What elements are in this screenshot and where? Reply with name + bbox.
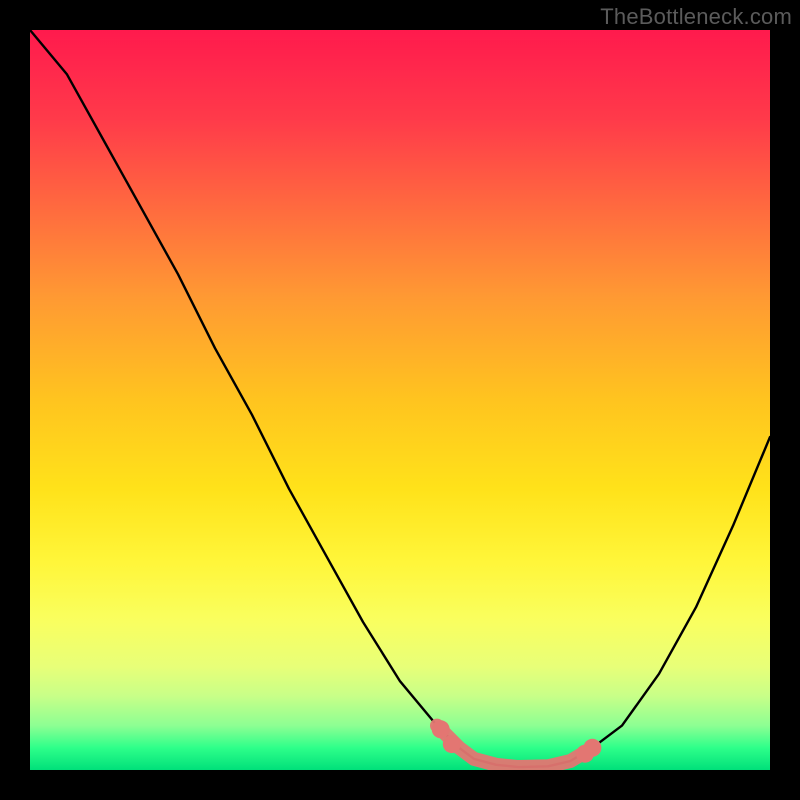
chart-frame — [30, 30, 770, 770]
bottleneck-curve — [30, 30, 770, 767]
optimal-marker-dot — [583, 739, 601, 757]
optimal-marker-dot — [443, 735, 461, 753]
optimal-marker-dot — [432, 720, 450, 738]
chart-svg — [30, 30, 770, 770]
watermark-text: TheBottleneck.com — [600, 4, 792, 30]
